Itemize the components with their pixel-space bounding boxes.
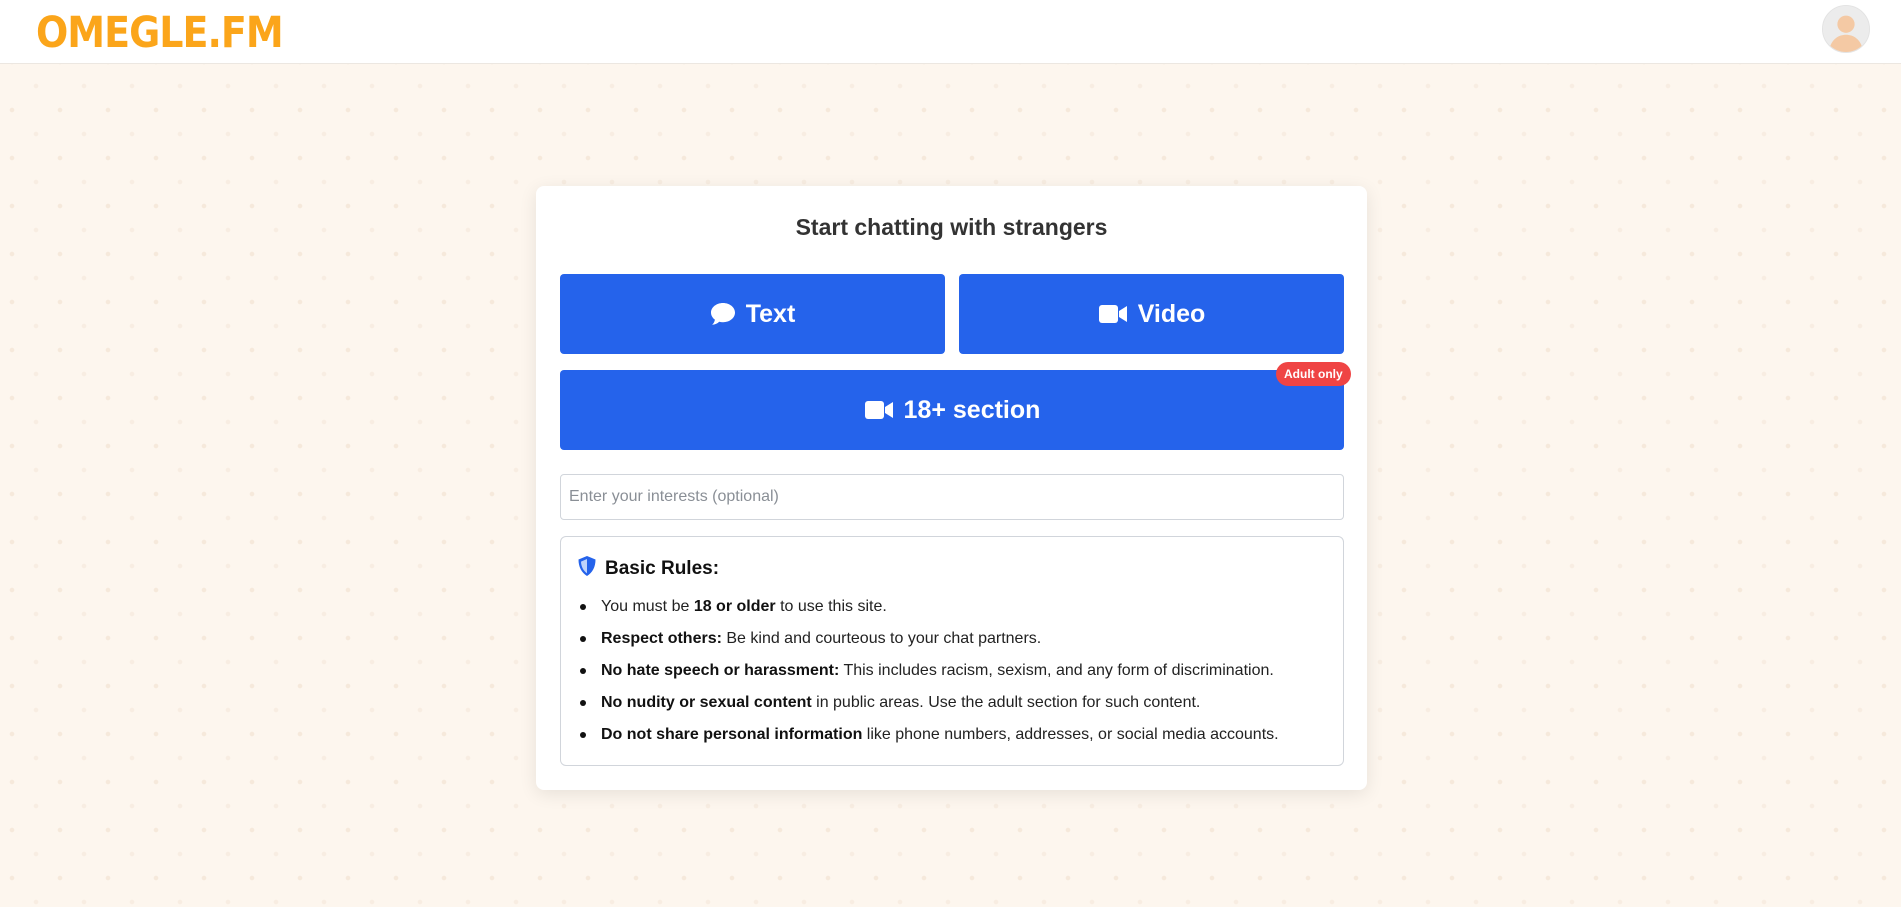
rule-item: No nudity or sexual content in public ar… (577, 693, 1279, 725)
rule-item: Do not share personal information like p… (577, 725, 1279, 757)
rule-text-post: like phone numbers, addresses, or social… (862, 726, 1279, 743)
rule-text-post: to use this site. (775, 598, 887, 615)
site-header: OMEGLE.FM (0, 0, 1901, 64)
rule-text-post: Be kind and courteous to your chat partn… (721, 630, 1042, 647)
adult-section-button[interactable]: 18+ section (560, 370, 1344, 450)
rule-item: You must be 18 or older to use this site… (577, 597, 1279, 629)
rule-text-post: in public areas. Use the adult section f… (811, 694, 1201, 711)
video-chat-button[interactable]: Video (959, 274, 1344, 354)
rule-item: Respect others: Be kind and courteous to… (577, 629, 1279, 661)
rule-item: No hate speech or harassment: This inclu… (577, 661, 1279, 693)
basic-rules-panel: Basic Rules: You must be 18 or older to … (560, 536, 1344, 766)
rules-list: You must be 18 or older to use this site… (577, 597, 1279, 757)
rule-text-bold: Respect others: (601, 630, 722, 647)
rule-text-bold: No nudity or sexual content (601, 694, 812, 711)
site-logo[interactable]: OMEGLE.FM (36, 8, 284, 57)
rule-text-bold: No hate speech or harassment: (601, 662, 840, 679)
card-title: Start chatting with strangers (795, 214, 1108, 240)
adult-only-badge: Adult only (1276, 362, 1351, 386)
interests-input[interactable] (560, 474, 1344, 520)
text-chat-button[interactable]: Text (560, 274, 945, 354)
rule-text-post: This includes racism, sexism, and any fo… (839, 662, 1274, 679)
adult-section-label: 18+ section (903, 395, 1041, 424)
video-camera-icon (1098, 303, 1128, 325)
text-chat-label: Text (745, 299, 796, 328)
rules-title: Basic Rules: (605, 557, 720, 579)
video-chat-label: Video (1137, 299, 1206, 328)
user-avatar-icon[interactable] (1822, 5, 1870, 53)
shield-icon (577, 555, 597, 582)
chat-start-card: Start chatting with strangers Text Video… (536, 186, 1367, 790)
rule-text-bold: Do not share personal information (601, 726, 863, 743)
chat-bubble-icon (710, 302, 736, 326)
rule-text-pre: You must be (601, 598, 694, 615)
rules-header: Basic Rules: (577, 555, 719, 582)
rule-text-bold: 18 or older (693, 598, 776, 615)
video-camera-icon (864, 399, 894, 421)
